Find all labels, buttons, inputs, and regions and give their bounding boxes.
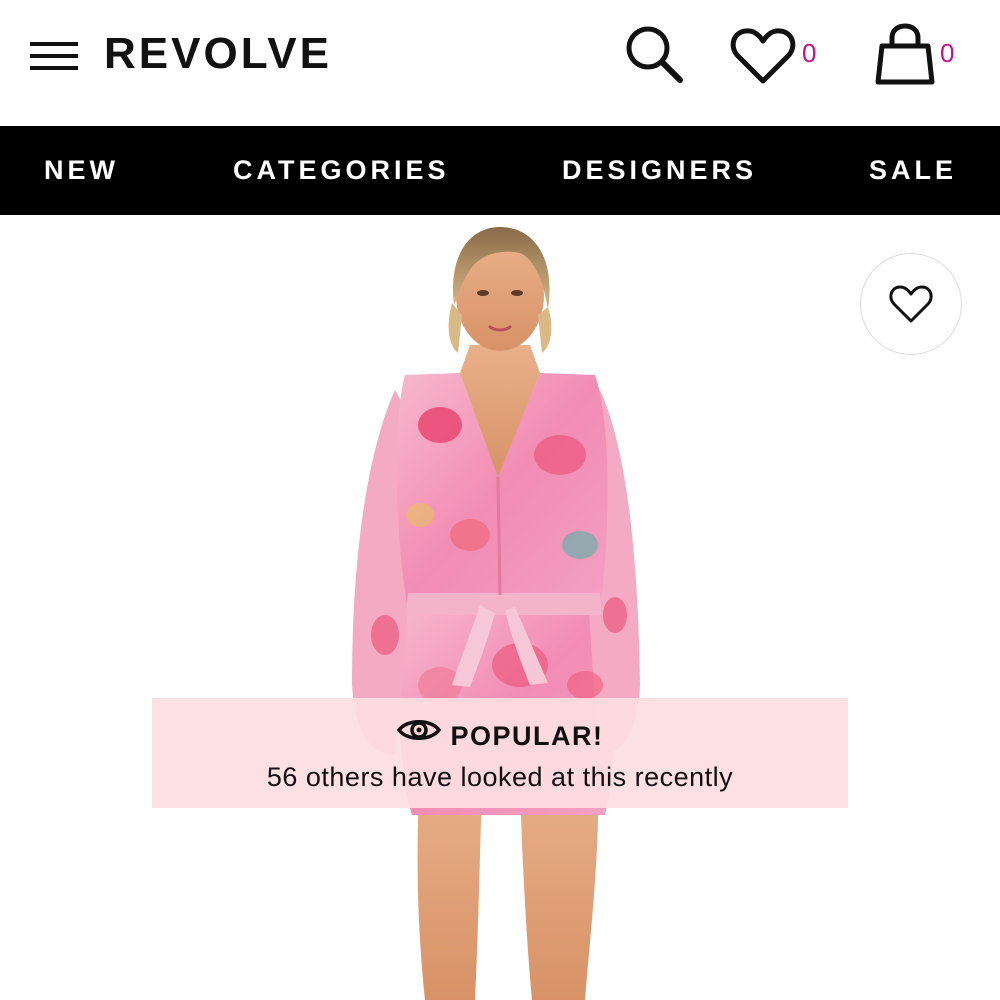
search-icon [626,26,683,83]
brand-logo[interactable]: REVOLVE [104,28,332,80]
popular-message: 56 others have looked at this recently [266,762,734,792]
nav-item-categories[interactable]: CATEGORIES [233,126,450,215]
nav-item-new[interactable]: NEW [44,126,119,215]
popular-title-row: POPULAR! [152,718,848,756]
product-image-area[interactable]: POPULAR! 56 others have looked at this r… [0,215,1000,1000]
shopping-bag-icon [875,23,935,85]
wishlist-button[interactable]: 0 [730,26,825,86]
popular-title: POPULAR! [450,721,604,751]
popular-banner: POPULAR! 56 others have looked at this r… [152,698,848,808]
nav-item-sale[interactable]: SALE [869,126,957,215]
nav-item-designers[interactable]: DESIGNERS [562,126,757,215]
heart-icon [730,28,796,84]
heart-outline-icon [889,285,933,323]
shopping-bag-button[interactable]: 0 [872,22,967,86]
main-nav: NEW CATEGORIES DESIGNERS SALE [0,126,1000,215]
bag-count: 0 [940,38,955,68]
wishlist-count: 0 [802,38,817,68]
hamburger-menu-icon[interactable] [30,40,78,72]
product-model-image [352,227,640,1000]
add-to-favorites-button[interactable] [860,253,962,355]
search-button[interactable] [622,22,686,86]
eye-icon [396,716,441,753]
top-header: REVOLVE 0 0 [0,0,1000,126]
